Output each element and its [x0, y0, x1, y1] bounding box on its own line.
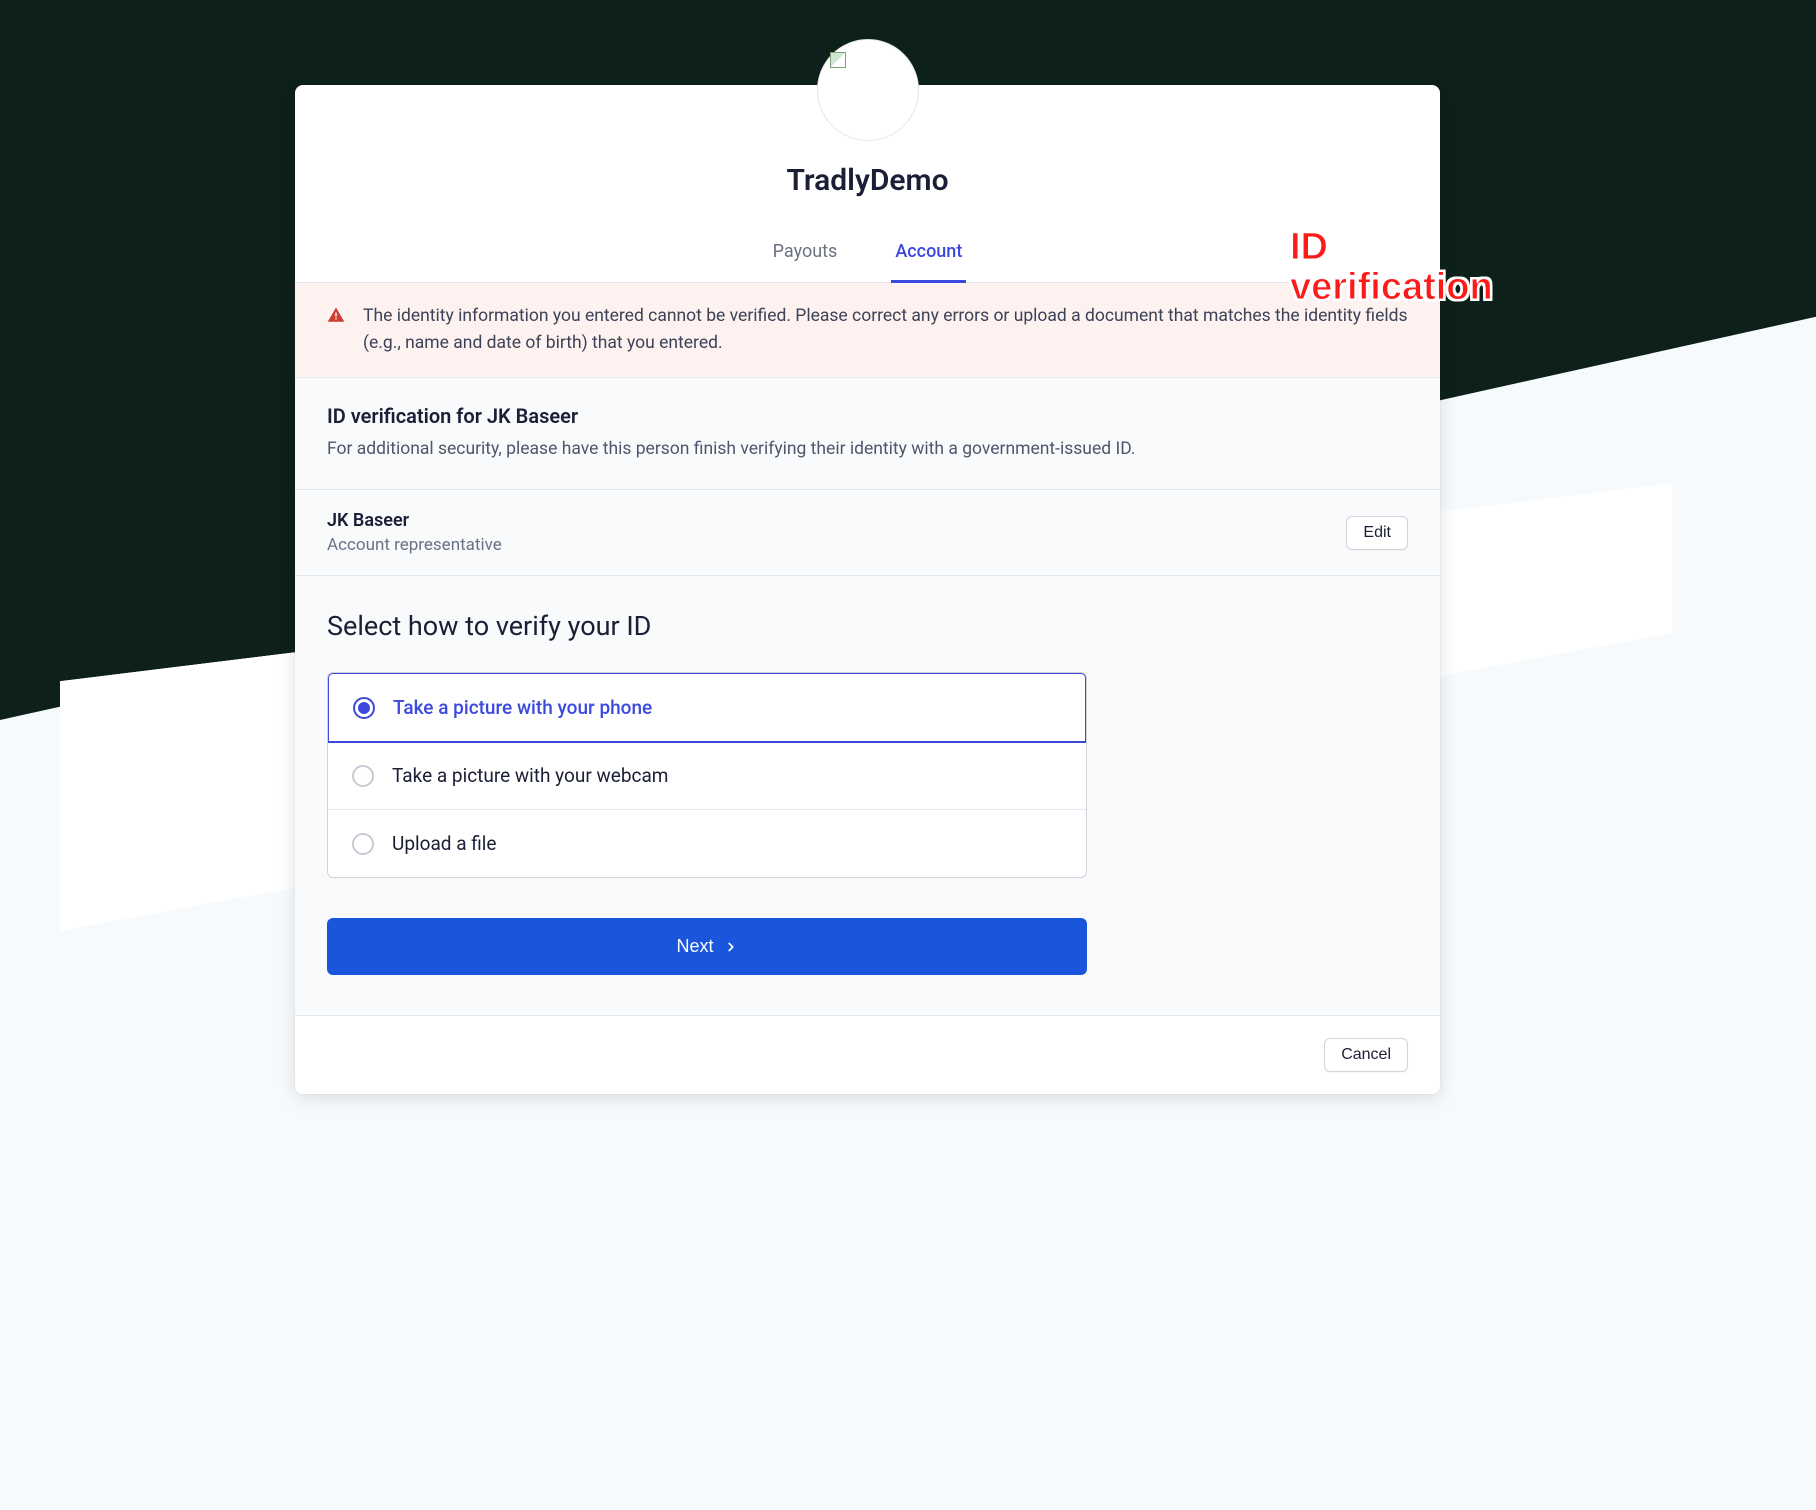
cancel-button[interactable]: Cancel [1324, 1038, 1408, 1072]
annotation-line1: ID [1290, 228, 1493, 268]
edit-button[interactable]: Edit [1346, 516, 1408, 550]
radio-icon [352, 765, 374, 787]
verification-heading: ID verification for JK Baseer [327, 404, 1408, 428]
verification-section: ID verification for JK Baseer For additi… [295, 378, 1440, 490]
brand-title: TradlyDemo [295, 163, 1440, 198]
next-button[interactable]: Next [327, 918, 1087, 975]
radio-icon [352, 833, 374, 855]
verify-option-upload[interactable]: Upload a file [328, 810, 1086, 877]
next-button-label: Next [676, 936, 713, 957]
person-role: Account representative [327, 535, 502, 555]
verify-option-label: Upload a file [392, 832, 496, 855]
account-card: TradlyDemo Payouts Account The identity … [295, 85, 1440, 1094]
error-alert-text: The identity information you entered can… [363, 303, 1408, 357]
tab-bar: Payouts Account [295, 226, 1440, 283]
verify-block: Select how to verify your ID Take a pict… [295, 576, 1440, 1016]
verify-option-label: Take a picture with your webcam [392, 764, 668, 787]
verification-description: For additional security, please have thi… [327, 436, 1408, 463]
broken-image-icon [824, 46, 912, 134]
person-row: JK Baseer Account representative Edit [295, 490, 1440, 576]
tab-account[interactable]: Account [891, 227, 966, 283]
verify-title: Select how to verify your ID [327, 610, 1408, 642]
chevron-right-icon [724, 940, 738, 954]
annotation-line2: verification [1290, 268, 1493, 308]
card-footer: Cancel [295, 1016, 1440, 1094]
verify-option-phone[interactable]: Take a picture with your phone [327, 672, 1087, 743]
radio-icon [353, 697, 375, 719]
verify-option-label: Take a picture with your phone [393, 696, 652, 719]
error-alert: The identity information you entered can… [295, 283, 1440, 378]
avatar [817, 39, 919, 141]
warning-icon [327, 306, 345, 324]
person-name: JK Baseer [327, 510, 502, 531]
annotation-overlay: ID verification [1290, 228, 1493, 308]
tab-payouts[interactable]: Payouts [769, 227, 842, 283]
verify-method-group: Take a picture with your phone Take a pi… [327, 672, 1087, 878]
verify-option-webcam[interactable]: Take a picture with your webcam [328, 742, 1086, 810]
